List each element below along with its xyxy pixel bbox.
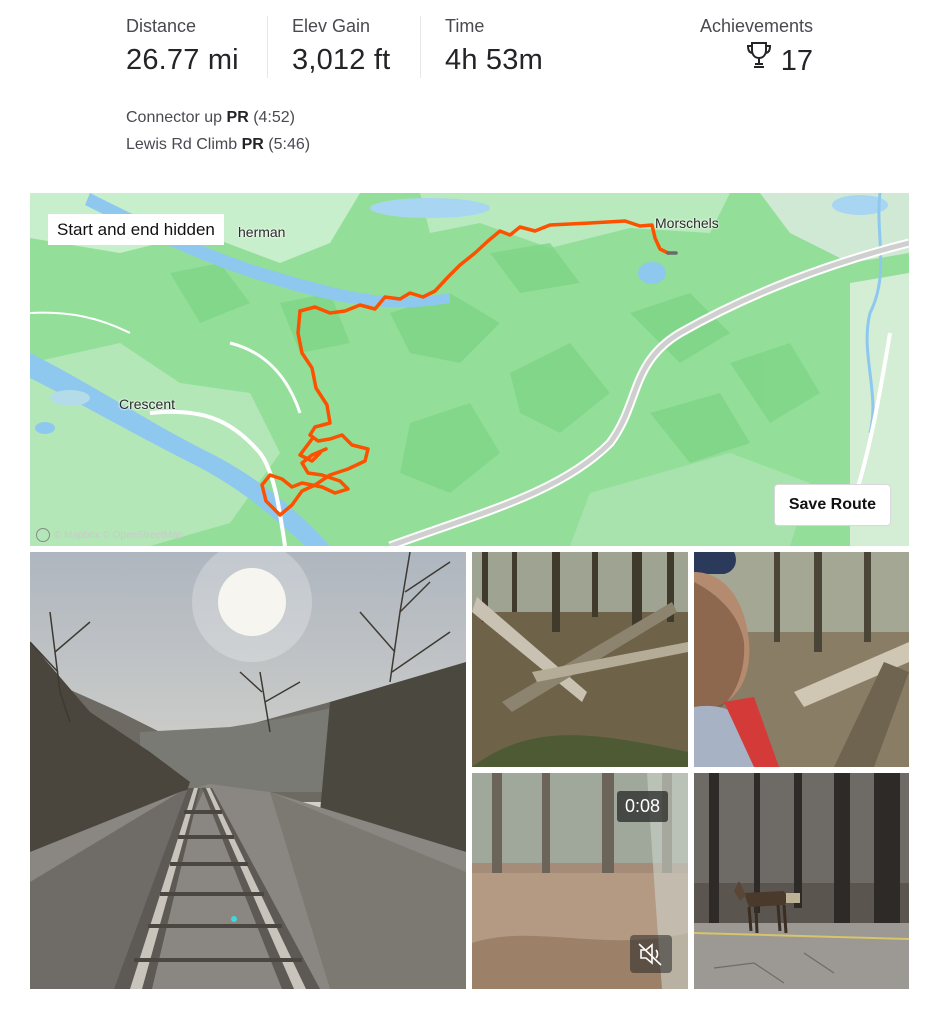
segment-name: Connector up: [126, 109, 223, 126]
place-label: Morschels: [655, 215, 719, 231]
attribution-text: © Mapbox © OpenStreetMap: [54, 529, 184, 541]
muted-speaker-icon[interactable]: [630, 935, 672, 973]
place-label: Crescent: [119, 396, 176, 412]
pr-badge: PR: [241, 136, 264, 153]
stat-label: Time: [445, 16, 485, 36]
stat-distance: Distance 26.77 mi: [126, 14, 239, 80]
photo-image: [30, 552, 466, 989]
place-label: herman: [238, 224, 286, 240]
activity-stats: Distance 26.77 mi Elev Gain 3,012 ft Tim…: [0, 0, 938, 190]
save-route-button[interactable]: Save Route: [773, 484, 891, 526]
stat-label: Distance: [126, 16, 197, 36]
photo-elk-on-road[interactable]: [694, 773, 909, 989]
mapbox-logo-icon: [36, 528, 50, 542]
segment-effort[interactable]: Lewis Rd Climb PR (5:46): [126, 134, 310, 156]
route-map[interactable]: herman Morschels Crescent Start and end …: [30, 193, 909, 546]
video-duration: 0:08: [616, 791, 668, 822]
stat-label: Elev Gain: [292, 16, 371, 36]
stat-value: 26.77 mi: [126, 44, 239, 76]
photo-railroad-tracks[interactable]: [30, 552, 466, 989]
segment-time: (5:46): [268, 136, 311, 153]
stat-elev-gain: Elev Gain 3,012 ft: [292, 14, 390, 80]
stat-value: 4h 53m: [445, 44, 543, 76]
segment-name: Lewis Rd Climb: [126, 136, 238, 153]
photo-image: [694, 552, 909, 767]
stat-divider: [267, 16, 268, 78]
privacy-label: Start and end hidden: [48, 214, 224, 245]
trophy-icon: [745, 40, 773, 81]
map-attribution[interactable]: © Mapbox © OpenStreetMap: [36, 528, 183, 542]
stat-divider: [420, 16, 421, 78]
photo-image: [694, 773, 909, 989]
video-thumbnail[interactable]: 0:08: [472, 773, 688, 989]
pr-badge: PR: [226, 109, 249, 126]
stat-value: 17: [780, 44, 813, 77]
photo-selfie[interactable]: [694, 552, 909, 767]
segment-time: (4:52): [253, 109, 295, 126]
photo-fallen-logs[interactable]: [472, 552, 688, 767]
stat-time: Time 4h 53m: [445, 14, 543, 80]
stat-achievements[interactable]: Achievements 17: [700, 14, 813, 81]
stat-label: Achievements: [699, 16, 813, 36]
stat-value: 3,012 ft: [292, 44, 391, 76]
photo-image: [472, 552, 688, 767]
segment-effort[interactable]: Connector up PR (4:52): [126, 107, 295, 129]
